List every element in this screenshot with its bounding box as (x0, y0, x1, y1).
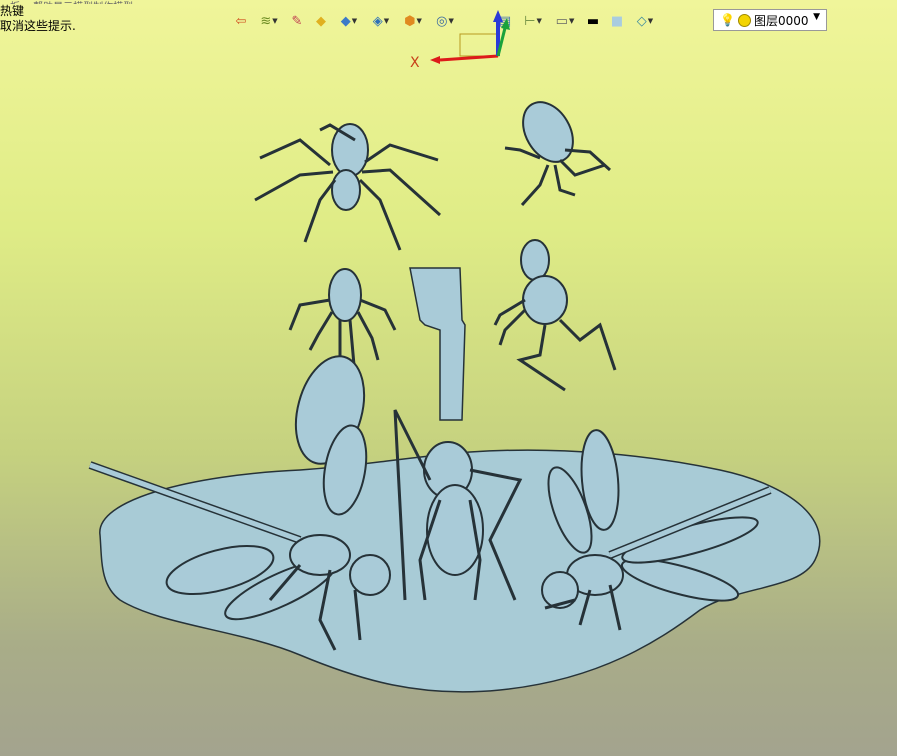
axis-triad: X (410, 10, 510, 71)
beetle-model (504, 101, 612, 207)
scorpion-model (493, 239, 617, 392)
3d-viewport[interactable]: X (0, 0, 897, 756)
axis-x-label: X (410, 55, 420, 71)
fly-model (288, 268, 397, 366)
stand-model (409, 267, 466, 421)
spider-model (254, 123, 442, 251)
